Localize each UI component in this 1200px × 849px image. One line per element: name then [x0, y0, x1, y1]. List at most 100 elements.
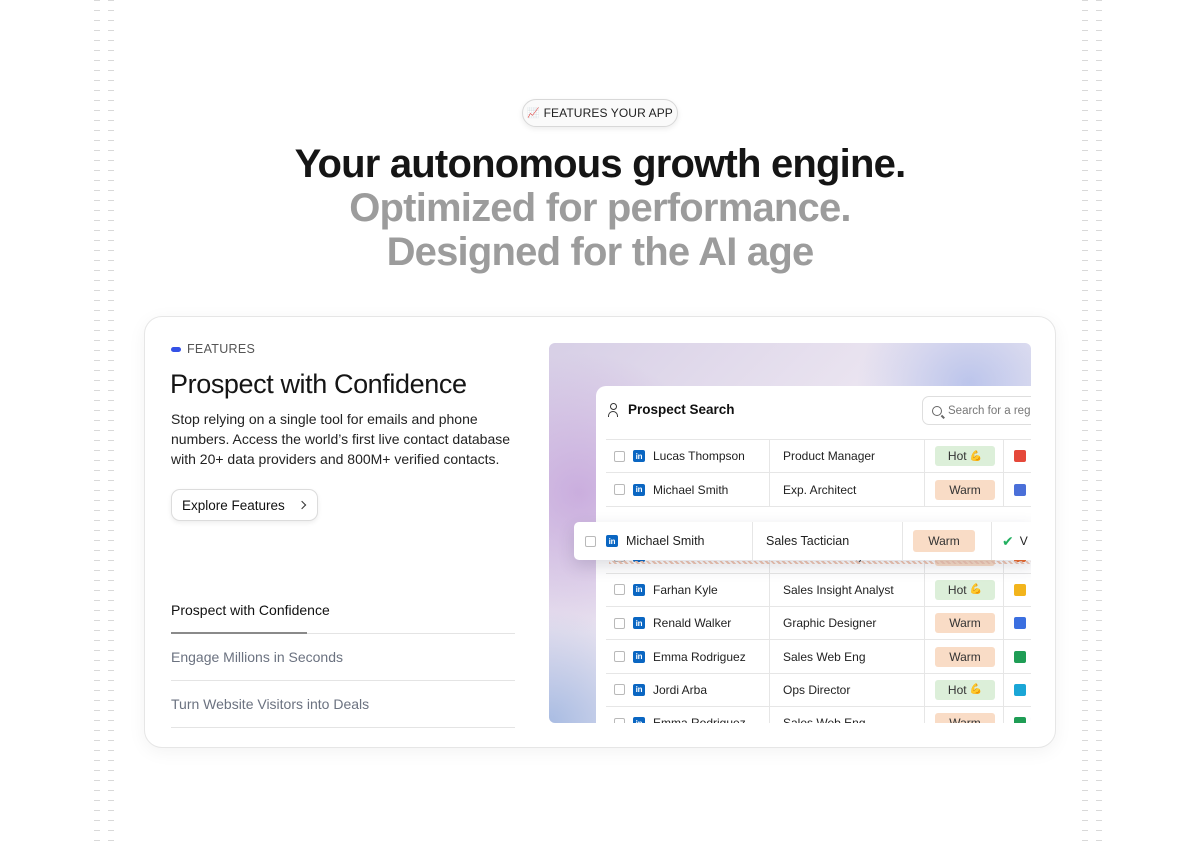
panel-header: Prospect Search	[608, 402, 735, 417]
status-badge: Hot 💪	[935, 579, 995, 600]
table-row[interactable]: inEmma RodriguezSales Web EngWarmH	[606, 639, 1031, 673]
row-checkbox[interactable]	[614, 450, 625, 462]
section-badge: 📈 FEATURES YOUR APP	[522, 99, 678, 127]
company-logo-icon	[1014, 450, 1026, 463]
prospect-title: Exp. Architect	[769, 473, 924, 506]
prospect-title: Ops Director	[769, 673, 924, 707]
status-label: Warm	[949, 482, 981, 497]
page: 📈 FEATURES YOUR APP Your autonomous grow…	[0, 0, 1200, 849]
row-checkbox[interactable]	[614, 484, 625, 496]
linkedin-icon: in	[633, 650, 645, 663]
prospect-name: Michael Smith	[653, 482, 729, 497]
row-checkbox[interactable]	[614, 717, 625, 723]
chevron-right-icon	[297, 500, 307, 510]
status-badge: Warm	[935, 479, 995, 500]
company-logo-icon	[1014, 717, 1026, 723]
linkedin-icon: in	[633, 483, 645, 496]
headline-tertiary: Designed for the AI age	[386, 230, 815, 274]
drag-drop-indicator	[609, 561, 1031, 564]
row-checkbox[interactable]	[614, 684, 625, 696]
status-badge: Warm	[935, 613, 995, 634]
panel-title: Prospect Search	[628, 402, 735, 417]
prospect-title: Product Manager	[769, 440, 924, 473]
status-badge: Hot 💪	[935, 679, 995, 700]
user-search-icon	[608, 402, 622, 417]
headline-primary: Your autonomous growth engine.	[294, 142, 907, 186]
linkedin-icon: in	[633, 683, 645, 696]
table-row[interactable]: inFarhan KyleSales Insight AnalystHot💪N	[606, 572, 1031, 606]
row-checkbox[interactable]	[614, 651, 625, 663]
table-row[interactable]: inMichael SmithExp. ArchitectWarmF	[606, 472, 1031, 506]
table-row[interactable]: inRenald WalkerGraphic DesignerWarmC	[606, 605, 1031, 640]
eyebrow-label: FEATURES	[187, 342, 256, 356]
prospect-name: Emma Rodriguez	[653, 649, 746, 664]
prospect-name: Jordi Arba	[653, 682, 708, 697]
prospect-title: Graphic Designer	[769, 606, 924, 640]
status-label: Hot	[947, 682, 967, 697]
explore-features-button[interactable]: Explore Features	[171, 489, 318, 521]
chart-emoji-icon: 📈	[527, 107, 540, 119]
headline-secondary: Optimized for performance.	[349, 186, 851, 230]
feature-tab-prospect[interactable]: Prospect with Confidence	[171, 587, 515, 634]
feature-tab-engage[interactable]: Engage Millions in Seconds	[171, 634, 515, 681]
eyebrow-dot-icon	[171, 346, 181, 352]
row-checkbox[interactable]	[614, 584, 625, 596]
status-badge: Warm	[913, 530, 975, 552]
flexed-arm-icon: 💪	[969, 584, 983, 596]
prospect-title: Sales Web Eng	[769, 640, 924, 673]
card-title: Prospect with Confidence	[170, 369, 467, 399]
prospect-title: Sales Insight Analyst	[769, 573, 924, 606]
company-logo-icon	[1014, 683, 1026, 696]
flexed-arm-icon: 💪	[969, 450, 983, 462]
company-logo-icon	[1014, 483, 1026, 496]
status-label: Hot	[947, 582, 967, 597]
prospect-name: Michael Smith	[626, 534, 705, 548]
table-row[interactable]: inJordi ArbaOps DirectorHot💪F	[606, 672, 1031, 707]
status-label: Warm	[949, 649, 981, 664]
card-eyebrow: FEATURES	[171, 342, 255, 356]
feature-card: FEATURES Prospect with Confidence Stop r…	[144, 316, 1056, 748]
company-logo-icon: ✔	[1002, 532, 1014, 549]
linkedin-icon: in	[633, 617, 645, 630]
linkedin-icon: in	[633, 717, 645, 723]
feature-tab-visitors[interactable]: Turn Website Visitors into Deals	[171, 681, 515, 728]
status-label: Hot	[947, 449, 967, 464]
company-logo-icon	[1014, 583, 1026, 596]
flexed-arm-icon: 💪	[969, 684, 983, 696]
feature-tab-label: Prospect with Confidence	[171, 602, 330, 618]
dragged-row[interactable]: in Michael Smith Sales Tactician Warm ✔ …	[574, 522, 1031, 560]
status-label: Warm	[949, 616, 981, 631]
decorative-rail-right	[1082, 0, 1104, 849]
prospect-table: inLucas ThompsonProduct ManagerHot💪FinMi…	[606, 439, 1031, 723]
region-search-input[interactable]: Search for a regi	[922, 396, 1031, 425]
status-badge: Warm	[935, 713, 995, 723]
search-placeholder: Search for a regi	[948, 404, 1031, 417]
linkedin-icon: in	[606, 535, 618, 547]
linkedin-icon: in	[633, 583, 645, 596]
company-name: V	[1019, 534, 1028, 548]
company-logo-icon	[1014, 650, 1026, 663]
search-icon	[932, 405, 942, 416]
feature-tab-list: Prospect with Confidence Engage Millions…	[171, 587, 515, 728]
badge-label: FEATURES YOUR APP	[543, 106, 673, 120]
decorative-rail-left	[94, 0, 116, 849]
status-label: Warm	[949, 716, 981, 723]
feature-tab-label: Engage Millions in Seconds	[171, 649, 343, 665]
linkedin-icon: in	[633, 450, 645, 463]
prospect-name: Renald Walker	[653, 616, 732, 631]
company-logo-icon	[1014, 617, 1026, 630]
prospect-name: Lucas Thompson	[653, 449, 745, 464]
prospect-title: Sales Tactician	[752, 522, 902, 560]
explore-features-label: Explore Features	[182, 497, 285, 513]
status-badge: Hot 💪	[935, 446, 995, 467]
prospect-name: Emma Rodriguez	[653, 716, 746, 723]
card-description: Stop relying on a single tool for emails…	[171, 411, 511, 467]
prospect-title: Sales Web Eng	[769, 707, 924, 723]
table-row[interactable]: inEmma RodriguezSales Web EngWarmV	[606, 706, 1031, 723]
app-preview: Prospect Search Search for a regi in Luca…	[549, 343, 1031, 723]
row-checkbox[interactable]	[585, 535, 596, 547]
row-checkbox[interactable]	[614, 617, 625, 629]
feature-tab-label: Turn Website Visitors into Deals	[171, 696, 370, 712]
status-badge: Warm	[935, 646, 995, 667]
table-row[interactable]: inLucas ThompsonProduct ManagerHot💪F	[606, 439, 1031, 473]
